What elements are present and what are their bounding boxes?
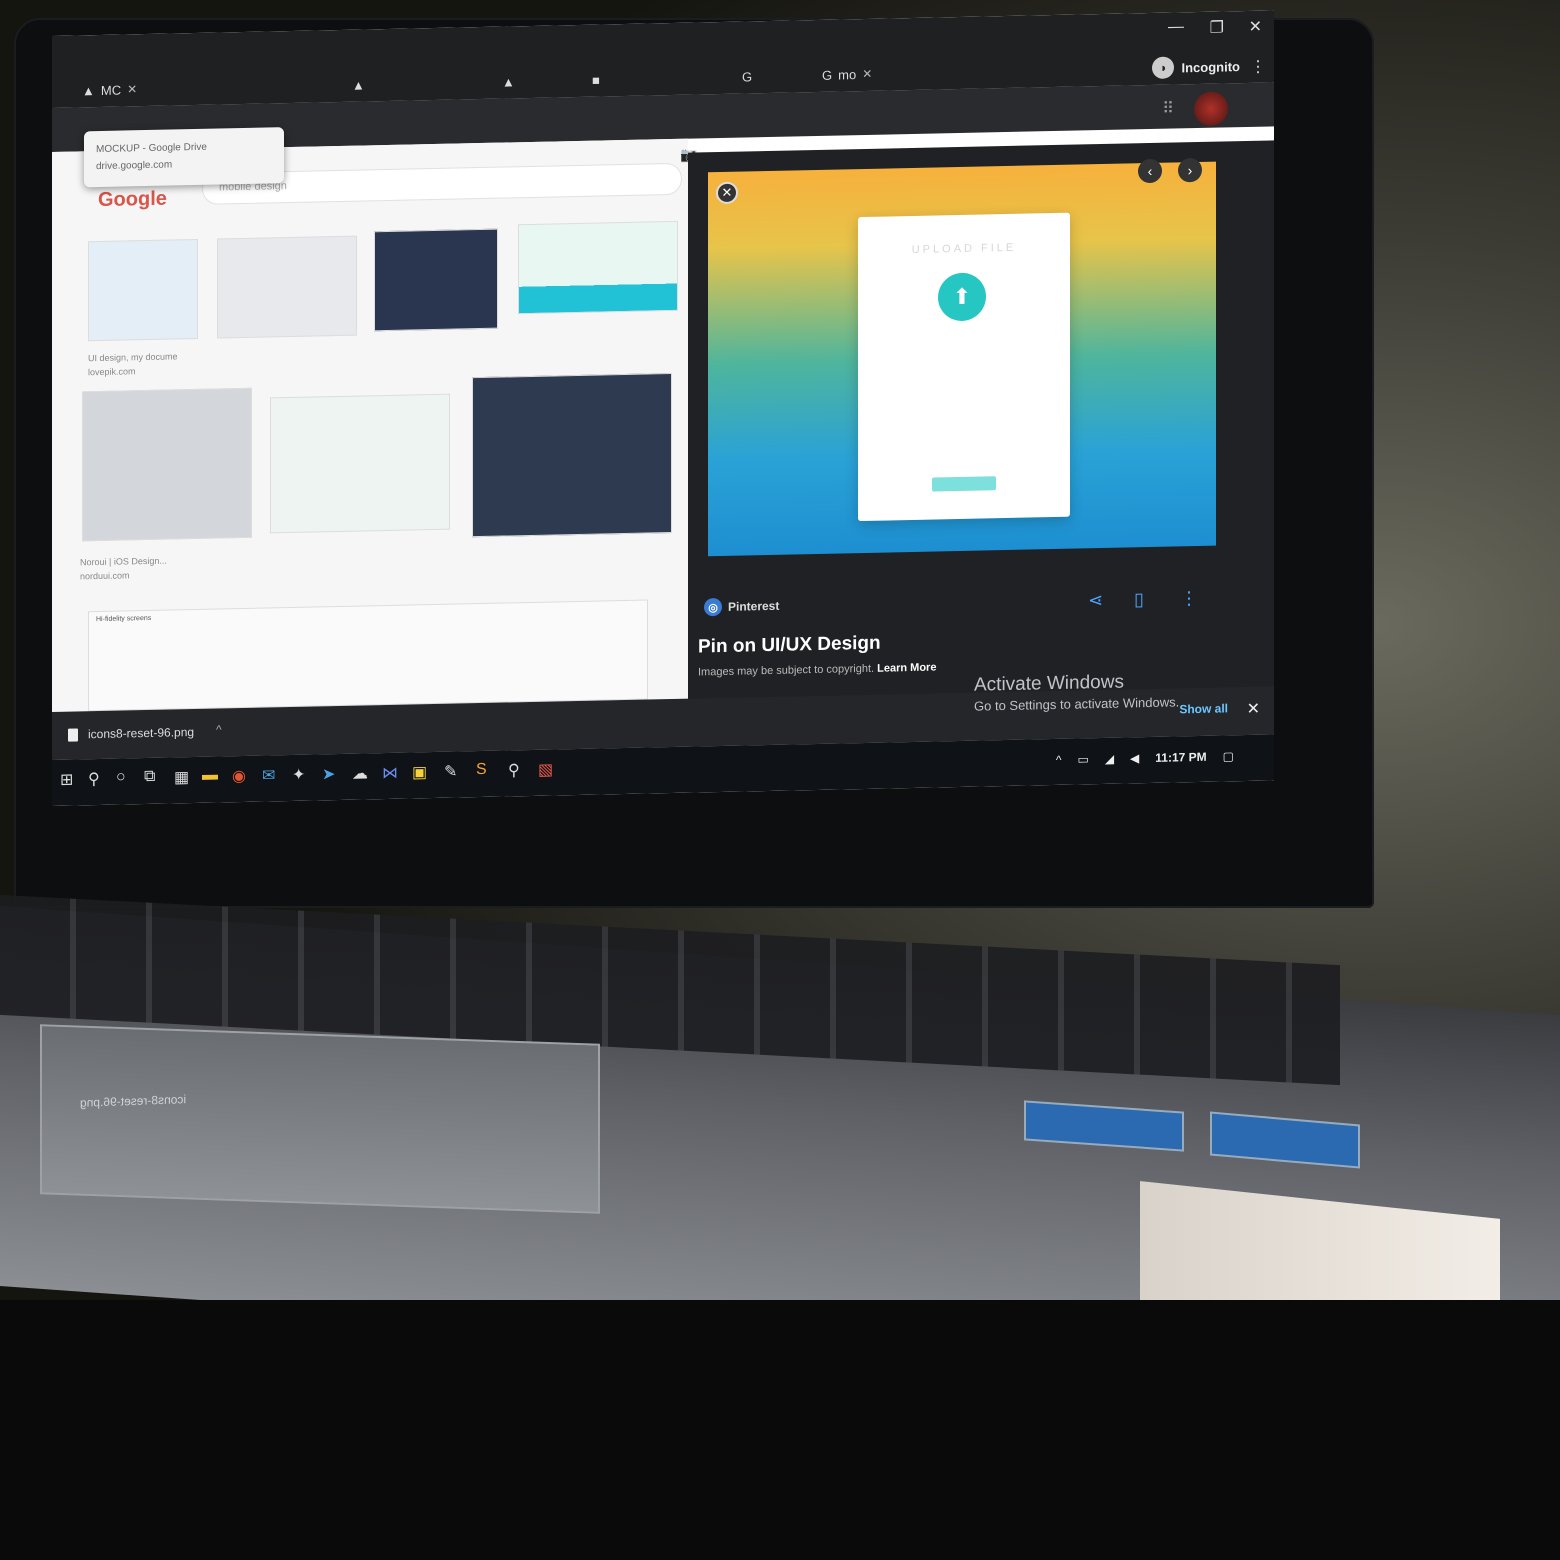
google-logo[interactable]: Google <box>98 188 167 212</box>
activation-title: Activate Windows <box>974 671 1124 696</box>
incognito-indicator[interactable]: ◑ Incognito <box>1151 55 1241 79</box>
close-icon[interactable]: ✕ <box>1247 699 1260 719</box>
share-icon[interactable]: ⋖ <box>1088 590 1103 611</box>
incognito-icon: ◑ <box>1151 56 1174 79</box>
close-window-icon[interactable]: ✕ <box>1249 17 1262 37</box>
app-icon[interactable]: ➤ <box>322 764 335 784</box>
vscode-icon[interactable]: ⋈ <box>382 763 398 783</box>
system-tray: ^ ▭ ◢ ◀ 11:17 PM ▢ <box>1056 749 1234 767</box>
show-all-button[interactable]: Show all <box>1179 701 1228 716</box>
magnifier-icon[interactable]: ⚲ <box>508 760 520 780</box>
sticky-notes-icon[interactable]: ▣ <box>412 762 427 782</box>
restore-icon[interactable]: ❐ <box>1210 17 1224 37</box>
tab-tooltip: MOCKUP - Google Drive drive.google.com <box>84 127 284 188</box>
sublime-icon[interactable]: S <box>476 761 487 779</box>
battery-icon[interactable]: ▭ <box>1077 752 1088 766</box>
image-results: UI design, my docume lovepik.com Noroui |… <box>52 138 688 712</box>
result-caption[interactable]: UI design, my docume lovepik.com <box>88 349 178 379</box>
file-explorer-icon[interactable]: ▬ <box>202 767 218 785</box>
google-icon: G <box>742 68 753 85</box>
windows-start-icon[interactable]: ⊞ <box>60 770 73 790</box>
preview-image[interactable]: UPLOAD FILE ⬆ <box>708 161 1216 557</box>
globe-icon: ◎ <box>704 597 722 617</box>
incognito-label: Incognito <box>1181 58 1241 75</box>
file-icon <box>68 727 78 742</box>
preview-title[interactable]: Pin on UI/UX Design <box>698 633 881 659</box>
result-thumb[interactable] <box>518 220 678 315</box>
tooltip-url: drive.google.com <box>96 159 173 173</box>
result-thumb[interactable] <box>88 599 648 712</box>
close-icon[interactable]: ✕ <box>862 67 872 81</box>
card-button <box>932 476 996 492</box>
tab-icon-3[interactable]: ■ <box>592 67 600 93</box>
result-thumb[interactable] <box>217 235 357 339</box>
download-filename: icons8-reset-96.png <box>88 725 195 742</box>
clock[interactable]: 11:17 PM <box>1155 750 1206 765</box>
tab-icon-4[interactable]: G <box>742 63 752 89</box>
tab-icon-2[interactable]: ▲ <box>502 68 515 94</box>
upload-icon: ⬆ <box>938 272 986 322</box>
activation-watermark: Activate Windows Go to Settings to activ… <box>974 670 1179 714</box>
volume-icon[interactable]: ◀ <box>1130 751 1139 765</box>
laptop-screen: ▲ MC ✕ ▲ ▲ ■ G G mo ✕ — ❐ ✕ ◑ Incognito … <box>52 10 1274 806</box>
chevron-up-icon[interactable]: ^ <box>1056 753 1062 767</box>
copyright-notice: Images may be subject to copyright. Lear… <box>698 661 937 679</box>
image-preview-panel: UPLOAD FILE ⬆ ✕ ‹ › ◎ Pinterest ⋖ ▯ ⋮ Pi… <box>688 140 1274 713</box>
chrome-icon[interactable]: ◉ <box>232 766 246 786</box>
card-title: UPLOAD FILE <box>911 241 1017 256</box>
app-icon: ■ <box>592 72 600 88</box>
drive-icon: ▲ <box>352 76 365 93</box>
menu-icon[interactable]: ⋮ <box>1250 57 1266 77</box>
app-icon[interactable]: ✎ <box>444 762 457 782</box>
tab-title: mo <box>838 66 857 83</box>
result-caption[interactable]: Noroui | iOS Design... norduui.com <box>80 554 167 584</box>
tab-icon-1[interactable]: ▲ <box>352 71 365 97</box>
preview-source[interactable]: ◎ Pinterest <box>704 597 779 617</box>
wifi-icon[interactable]: ◢ <box>1105 752 1114 766</box>
mockup-card: UPLOAD FILE ⬆ <box>858 212 1070 522</box>
chevron-up-icon[interactable]: ^ <box>216 722 222 736</box>
google-icon: G <box>822 67 833 83</box>
minimize-icon[interactable]: — <box>1168 18 1184 36</box>
result-thumb[interactable] <box>88 238 198 342</box>
task-view-icon[interactable]: ⧉ <box>144 768 155 786</box>
apps-grid-icon[interactable]: ⠿ <box>1162 98 1174 118</box>
laptop-front-edge <box>0 1300 1560 1560</box>
search-icon[interactable]: ⚲ <box>88 769 100 789</box>
result-thumb[interactable] <box>82 387 252 542</box>
bookmark-icon[interactable]: ▯ <box>1134 589 1144 610</box>
result-thumb[interactable] <box>270 393 450 534</box>
notification-icon[interactable]: ▢ <box>1223 749 1234 763</box>
result-thumb[interactable] <box>472 373 672 538</box>
download-item[interactable]: icons8-reset-96.png <box>68 725 194 742</box>
result-thumb[interactable] <box>374 228 498 332</box>
touchpad <box>40 1024 600 1214</box>
mail-icon[interactable]: ✉ <box>262 765 275 785</box>
tab-active[interactable]: ▲ MC ✕ <box>82 76 137 103</box>
tab-title: MC <box>100 82 122 98</box>
source-name: Pinterest <box>728 598 780 614</box>
more-icon[interactable]: ⋮ <box>1180 588 1198 609</box>
result-caption: Hi-fidelity screens <box>96 614 152 624</box>
learn-more-link[interactable]: Learn More <box>877 661 936 674</box>
drive-icon: ▲ <box>82 82 95 98</box>
tab-mo[interactable]: G mo ✕ <box>822 61 872 88</box>
app-icon[interactable]: ☁ <box>352 763 368 783</box>
calculator-icon[interactable]: ▦ <box>174 767 189 787</box>
app-icon[interactable]: ✦ <box>292 765 305 785</box>
app-icon[interactable]: ▧ <box>538 760 553 780</box>
drive-icon: ▲ <box>502 73 515 90</box>
cortana-icon[interactable]: ○ <box>116 768 126 786</box>
close-icon[interactable]: ✕ <box>127 82 137 96</box>
